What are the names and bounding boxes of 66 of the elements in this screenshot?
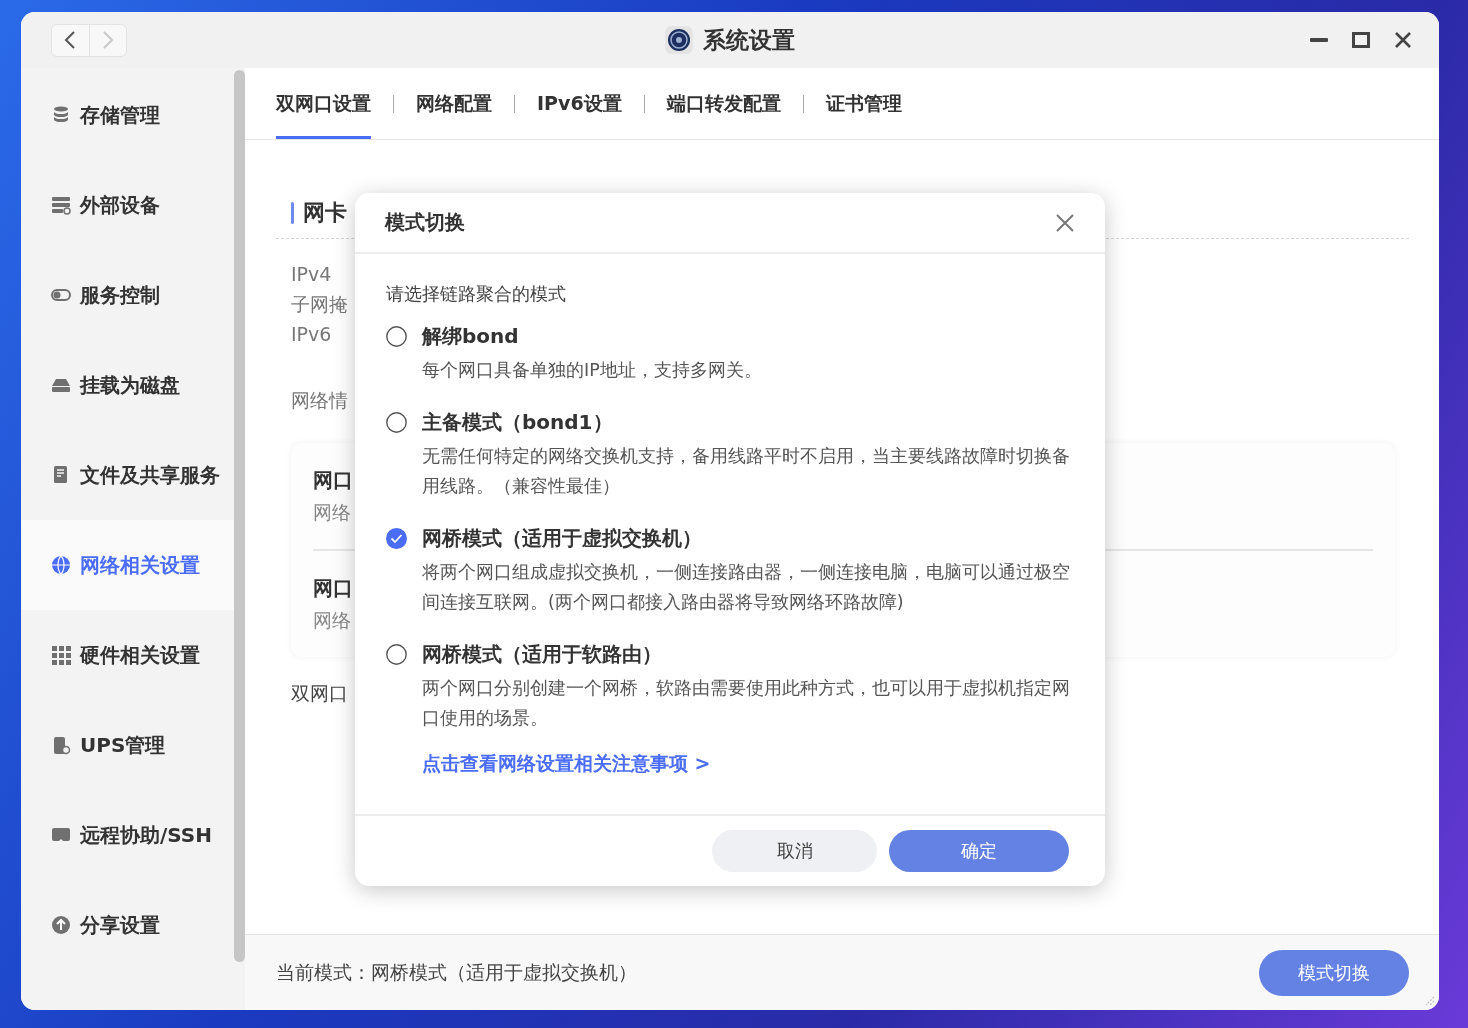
- window-title: 系统设置: [703, 25, 795, 55]
- cancel-button[interactable]: 取消: [712, 830, 877, 872]
- note-text: 双网口: [291, 681, 348, 706]
- sidebar-item[interactable]: 外部设备: [21, 160, 234, 250]
- dialog-title: 模式切换: [385, 209, 465, 236]
- scrollbar-thumb[interactable]: [234, 70, 245, 962]
- sidebar-item[interactable]: 服务控制: [21, 250, 234, 340]
- close-button[interactable]: [1055, 212, 1075, 233]
- battery-icon: [51, 735, 71, 755]
- close-icon: [1394, 31, 1412, 49]
- radio-button[interactable]: [386, 325, 407, 347]
- radio-button[interactable]: [386, 411, 407, 433]
- option-title: 主备模式（bond1）: [422, 409, 613, 436]
- option-description: 两个网口分别创建一个网桥，软路由需要使用此种方式，也可以用于虚拟机指定网口使用的场景。: [422, 677, 1071, 730]
- option-title: 网桥模式（适用于软路由）: [422, 641, 662, 668]
- sidebar-item[interactable]: 文件及共享服务: [21, 430, 234, 520]
- radio-checked-icon: [386, 527, 407, 549]
- sidebar-item[interactable]: 网络相关设置: [21, 520, 234, 610]
- section-marker: [291, 202, 294, 224]
- option-description: 无需任何特定的网络交换机支持，备用线路平时不启用，当主要线路故障时切换备用线路。（兼容性最佳）: [422, 445, 1071, 498]
- chevron-left-icon: [64, 30, 77, 50]
- mode-switch-button[interactable]: 模式切换: [1259, 949, 1409, 996]
- tab[interactable]: 网络配置: [416, 68, 492, 139]
- option-description: 将两个网口组成虚拟交换机，一侧连接路由器，一侧连接电脑，电脑可以通过极空间连接互联网。(两个网口都接入路由器将导致网络环路故障): [422, 561, 1071, 614]
- globe-icon: [51, 555, 71, 575]
- chevron-right-icon: [101, 30, 114, 50]
- port-name: 网口: [313, 467, 353, 494]
- notes-link[interactable]: 点击查看网络设置相关注意事项 >: [422, 751, 711, 777]
- radio-icon: [386, 325, 407, 347]
- section-label: 网络情: [291, 388, 348, 413]
- info-text: IPv6: [291, 322, 332, 347]
- sidebar-item[interactable]: 远程协助/SSH: [21, 790, 234, 880]
- option-title: 网桥模式（适用于虚拟交换机）: [422, 525, 702, 552]
- prompt-text: 请选择链路聚合的模式: [386, 282, 567, 306]
- maximize-icon: [1352, 32, 1370, 48]
- minimize-icon: [1310, 38, 1328, 42]
- app-icon: [665, 26, 693, 54]
- upload-icon: [51, 915, 71, 935]
- sidebar-item[interactable]: 硬件相关设置: [21, 610, 234, 700]
- info-text: IPv4: [291, 262, 332, 287]
- option-description: 每个网口具备单独的IP地址，支持多网关。: [422, 359, 763, 382]
- tab[interactable]: IPv6设置: [537, 68, 622, 139]
- tab[interactable]: 端口转发配置: [666, 68, 781, 139]
- confirm-button[interactable]: 确定: [889, 830, 1069, 872]
- tab[interactable]: 双网口设置: [276, 68, 371, 139]
- info-text: 子网掩: [291, 292, 348, 317]
- database-icon: [51, 105, 71, 125]
- server-icon: [51, 195, 71, 215]
- radio-icon: [386, 411, 407, 433]
- sidebar-item[interactable]: 存储管理: [21, 70, 234, 160]
- port-name: 网口: [313, 575, 353, 602]
- section-title: 网卡: [303, 199, 347, 227]
- sidebar-item[interactable]: 分享设置: [21, 880, 234, 970]
- grid-icon: [51, 645, 71, 665]
- current-mode-text: 当前模式：网桥模式（适用于虚拟交换机）: [276, 959, 637, 985]
- resize-grip-icon[interactable]: [1423, 994, 1435, 1006]
- option-title: 解绑bond: [422, 323, 519, 350]
- radio-button[interactable]: [386, 527, 407, 549]
- tab[interactable]: 证书管理: [825, 68, 902, 139]
- sidebar-item[interactable]: 挂载为磁盘: [21, 340, 234, 430]
- close-icon: [1055, 212, 1075, 233]
- radio-button[interactable]: [386, 643, 407, 665]
- port-detail: 网络: [313, 500, 351, 525]
- radio-icon: [386, 643, 407, 665]
- port-detail: 网络: [313, 608, 351, 633]
- sidebar-item[interactable]: UPS管理: [21, 700, 234, 790]
